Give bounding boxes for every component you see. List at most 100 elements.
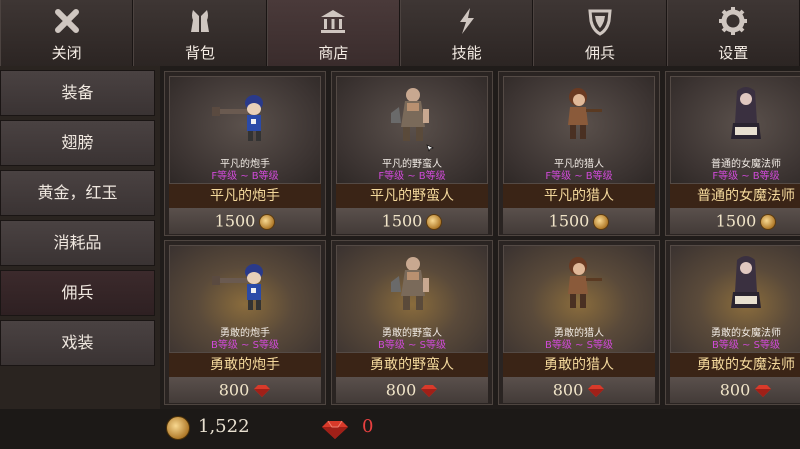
sorceress-icon [731,256,761,308]
lightning-icon [459,8,474,34]
card-price-bar[interactable]: 1500 [503,208,655,234]
shop-card-brave-hunter[interactable]: 勇敢的猎人 B等级 ~ S等级 勇敢的猎人 800 [498,240,660,405]
shop-card-barbarian[interactable]: 平凡的野蛮人 F等级 ~ B等级 平凡的野蛮人 1500 [331,71,493,236]
category-sidebar: 装备 翅膀 黄金，红玉 消耗品 佣兵 戏装 [0,70,155,370]
card-grade: F等级 ~ B等级 [545,171,613,182]
card-grade: B等级 ~ S等级 [545,340,613,351]
card-price-bar[interactable]: 800 [503,377,655,403]
shop-icon [321,10,346,33]
sidebar-item-label: 翅膀 [61,133,94,152]
sorceress-icon [731,87,761,139]
shop-card-gunner[interactable]: 平凡的炮手 F等级 ~ B等级 平凡的炮手 1500 [164,71,326,236]
sidebar-item-label: 佣兵 [61,283,94,302]
gold-coin-icon [760,213,777,230]
card-name: 勇敢的野蛮人 [336,353,488,377]
mouse-cursor-icon [426,144,434,152]
shop-grid: 平凡的炮手 F等级 ~ B等级 平凡的炮手 1500 平凡的野蛮人 F等级 ~ … [160,66,800,409]
barbarian-icon [391,257,429,310]
card-name: 平凡的野蛮人 [336,184,488,208]
gunner-icon [212,95,263,141]
gold-coin-icon [259,213,276,230]
shop-card-hunter[interactable]: 平凡的猎人 F等级 ~ B等级 平凡的猎人 1500 [498,71,660,236]
card-price-bar[interactable]: 1500 [336,208,488,234]
shop-card-brave-gunner[interactable]: 勇敢的炮手 B等级 ~ S等级 勇敢的炮手 800 [164,240,326,405]
gold-coin-icon [593,213,610,230]
tab-mercenary[interactable]: 佣兵 [533,0,667,66]
currency-bar: 1,522 0 [0,409,800,449]
close-icon [54,9,79,33]
shop-card-sorceress[interactable]: 普通的女魔法师 F等级 ~ B等级 普通的女魔法师 1500 [665,71,800,236]
shop-card-brave-barbarian[interactable]: 勇敢的野蛮人 B等级 ~ S等级 勇敢的野蛮人 800 [331,240,493,405]
gold-coin-icon [426,213,443,230]
card-grade: B等级 ~ S等级 [378,340,446,351]
sidebar-item-costume[interactable]: 戏装 [0,320,155,366]
ruby-icon [322,420,348,439]
sidebar-item-consumables[interactable]: 消耗品 [0,220,155,266]
card-grade: F等级 ~ B等级 [712,171,780,182]
gear-icon [719,7,748,35]
backpack-icon [190,10,209,32]
ruby-icon [588,384,605,397]
card-name: 勇敢的炮手 [169,353,321,377]
tab-skills[interactable]: 技能 [399,0,534,66]
shield-icon [588,9,612,36]
tab-label: 商店 [318,44,349,62]
sidebar-item-mercenary[interactable]: 佣兵 [0,270,155,316]
portrait: 平凡的炮手 F等级 ~ B等级 [169,76,321,184]
card-price-bar[interactable]: 800 [336,377,488,403]
card-price: 800 [552,380,584,400]
card-grade: F等级 ~ B等级 [378,171,446,182]
portrait: 勇敢的野蛮人 B等级 ~ S等级 [336,245,488,353]
card-price-bar[interactable]: 1500 [169,208,321,234]
card-price: 800 [719,380,751,400]
gold-coin-icon [166,416,190,440]
gold-amount: 1,522 [198,416,250,437]
portrait: 普通的女魔法师 F等级 ~ B等级 [670,76,800,184]
tab-label: 技能 [451,44,482,62]
card-price: 800 [218,380,250,400]
sidebar-item-label: 消耗品 [53,233,102,252]
card-grade: B等级 ~ S等级 [211,340,279,351]
sidebar-item-label: 黄金，红玉 [37,183,118,202]
gunner-icon [212,264,263,310]
card-price: 800 [385,380,417,400]
top-tab-bar: 关闭 背包 商店 技能 佣兵 设置 [0,0,800,66]
barbarian-icon [391,88,429,141]
card-name: 平凡的炮手 [169,184,321,208]
card-name: 勇敢的女魔法师 [670,353,800,377]
card-price-bar[interactable]: 800 [670,377,800,403]
portrait: 勇敢的女魔法师 B等级 ~ S等级 [670,245,800,353]
tab-backpack[interactable]: 背包 [133,0,267,66]
hunter-icon [568,88,602,139]
card-price-bar[interactable]: 1500 [670,208,800,234]
card-price: 1500 [715,211,757,231]
ruby-icon [421,384,438,397]
sidebar-item-equipment[interactable]: 装备 [0,70,155,116]
card-name: 勇敢的猎人 [503,353,655,377]
card-name: 普通的女魔法师 [670,184,800,208]
ruby-icon [254,384,271,397]
portrait: 勇敢的猎人 B等级 ~ S等级 [503,245,655,353]
sidebar-item-wings[interactable]: 翅膀 [0,120,155,166]
tab-shop[interactable]: 商店 [266,0,400,66]
tab-label: 佣兵 [584,44,615,62]
tab-label: 背包 [184,44,215,62]
tab-close[interactable]: 关闭 [0,0,134,66]
ruby-icon [755,384,772,397]
sidebar-item-gold-ruby[interactable]: 黄金，红玉 [0,170,155,216]
sidebar-item-label: 装备 [61,83,94,102]
card-name: 平凡的猎人 [503,184,655,208]
portrait: 平凡的野蛮人 F等级 ~ B等级 [336,76,488,184]
card-grade: B等级 ~ S等级 [712,340,780,351]
tab-label: 关闭 [51,44,82,62]
tab-settings[interactable]: 设置 [666,0,800,66]
hunter-icon [568,257,602,308]
card-price: 1500 [548,211,590,231]
shop-card-brave-sorceress[interactable]: 勇敢的女魔法师 B等级 ~ S等级 勇敢的女魔法师 800 [665,240,800,405]
card-price-bar[interactable]: 800 [169,377,321,403]
sidebar-item-label: 戏装 [61,333,94,352]
card-price: 1500 [214,211,256,231]
portrait: 勇敢的炮手 B等级 ~ S等级 [169,245,321,353]
portrait: 平凡的猎人 F等级 ~ B等级 [503,76,655,184]
ruby-amount: 0 [362,416,374,437]
